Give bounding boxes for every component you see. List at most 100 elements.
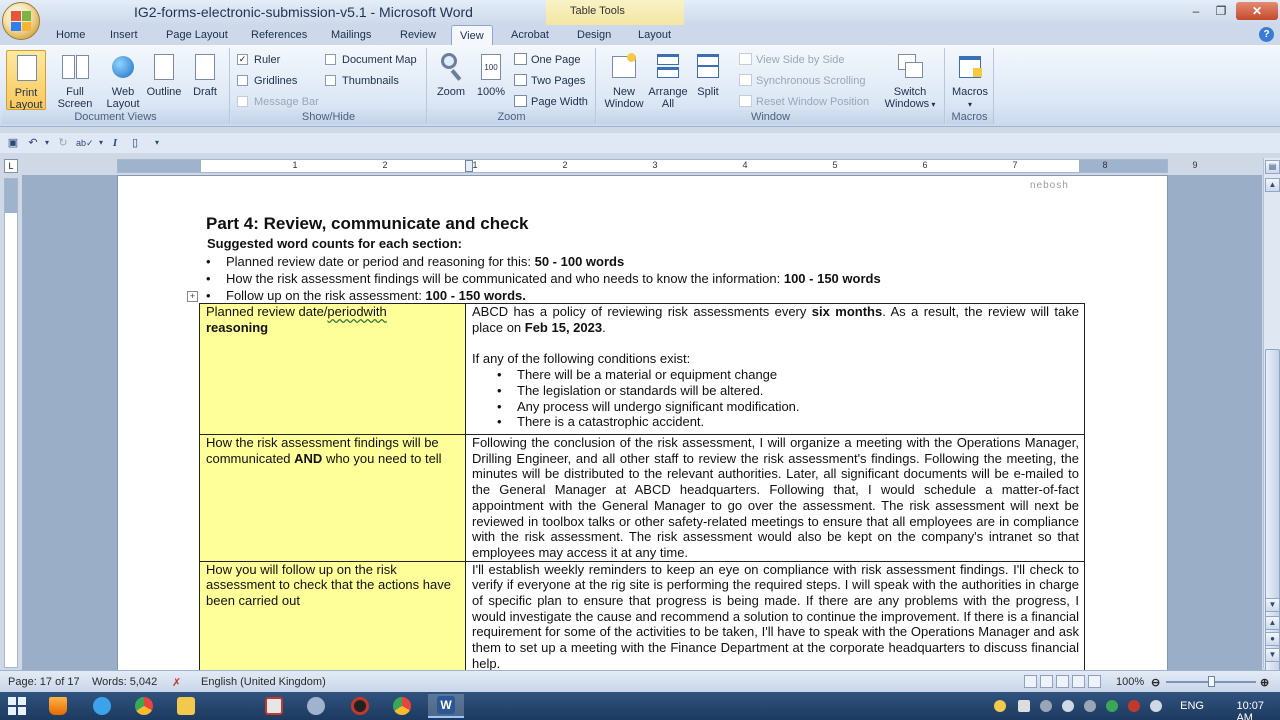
web-layout-button[interactable]: Web Layout <box>102 50 144 110</box>
print-layout-button[interactable]: Print Layout <box>6 50 46 111</box>
full-screen-view-icon[interactable] <box>1040 675 1053 688</box>
flag-icon[interactable] <box>1150 700 1162 712</box>
spelling-icon[interactable]: ab✓ <box>76 136 94 150</box>
zoom-100-button[interactable]: 100 100% <box>470 50 512 98</box>
thumbnails-checkbox[interactable]: Thumbnails <box>325 72 399 90</box>
reset-window-position-button[interactable]: Reset Window Position <box>739 93 869 111</box>
one-page-button[interactable]: One Page <box>514 51 581 69</box>
tab-review[interactable]: Review <box>400 27 436 43</box>
macros-button[interactable]: Macros ▾ <box>948 50 992 111</box>
web-layout-view-icon[interactable] <box>1056 675 1069 688</box>
view-ruler-toggle-icon[interactable]: ▤ <box>1265 160 1280 174</box>
undo-icon[interactable]: ↶ <box>26 136 40 150</box>
shield-icon[interactable] <box>1106 700 1118 712</box>
tab-mailings[interactable]: Mailings <box>331 27 371 43</box>
zoom-in-icon[interactable]: ⊕ <box>1260 676 1269 689</box>
print-layout-view-icon[interactable] <box>1024 675 1037 688</box>
tray-app-icon[interactable] <box>994 700 1006 712</box>
table-move-handle-icon[interactable]: + <box>187 291 198 302</box>
spelling-dropdown-icon[interactable]: ▾ <box>94 136 108 150</box>
document-page[interactable]: nebosh Part 4: Review, communicate and c… <box>117 175 1168 670</box>
next-page-icon[interactable]: ▼ <box>1265 648 1280 662</box>
file-explorer-taskbar-icon[interactable] <box>168 694 204 718</box>
save-icon[interactable]: ▣ <box>6 136 20 150</box>
table-label-cell[interactable]: How the risk assessment findings will be… <box>199 434 466 562</box>
switch-windows-button[interactable]: Switch Windows ▾ <box>883 50 937 111</box>
word-taskbar-icon[interactable]: W <box>428 694 464 718</box>
internet-explorer-taskbar-icon[interactable] <box>84 694 120 718</box>
view-side-by-side-button[interactable]: View Side by Side <box>739 51 844 69</box>
zoom-slider-thumb[interactable] <box>1208 676 1215 687</box>
minimize-button[interactable]: – <box>1182 2 1210 20</box>
windows-start-icon[interactable] <box>8 697 26 715</box>
italic-icon[interactable]: I <box>108 136 122 150</box>
tab-page-layout[interactable]: Page Layout <box>166 27 228 43</box>
acrobat-taskbar-icon[interactable] <box>256 694 292 718</box>
redo-icon[interactable]: ↻ <box>56 136 70 150</box>
table-answer-cell[interactable]: I'll establish weekly reminders to keep … <box>465 560 1085 670</box>
word-count[interactable]: Words: 5,042 <box>92 676 157 688</box>
chrome-taskbar-icon[interactable] <box>126 694 162 718</box>
split-button[interactable]: Split <box>687 50 729 98</box>
document-map-checkbox[interactable]: Document Map <box>325 51 417 69</box>
zoom-out-icon[interactable]: ⊖ <box>1151 676 1160 689</box>
select-browse-object-icon[interactable]: ● <box>1265 632 1280 646</box>
indent-marker-icon[interactable] <box>465 160 473 172</box>
zoom-level[interactable]: 100% <box>1116 676 1144 688</box>
network-icon[interactable] <box>1084 700 1096 712</box>
media-player-taskbar-icon[interactable] <box>298 694 334 718</box>
tab-insert[interactable]: Insert <box>110 27 138 43</box>
tab-layout[interactable]: Layout <box>638 27 671 43</box>
draft-view-icon[interactable] <box>1088 675 1101 688</box>
restore-button[interactable]: ❐ <box>1207 2 1235 20</box>
synchronous-scrolling-button[interactable]: Synchronous Scrolling <box>739 72 865 90</box>
table-answer-cell[interactable]: ABCD has a policy of reviewing risk asse… <box>465 303 1085 435</box>
new-window-button[interactable]: New Window <box>599 50 649 110</box>
tab-acrobat[interactable]: Acrobat <box>511 27 549 43</box>
page-width-button[interactable]: Page Width <box>514 93 588 111</box>
help-icon[interactable]: ? <box>1259 27 1274 42</box>
scroll-up-icon[interactable]: ▲ <box>1265 178 1280 192</box>
page-count[interactable]: Page: 17 of 17 <box>8 676 80 688</box>
tab-home[interactable]: Home <box>56 27 85 43</box>
zoom-button[interactable]: Zoom <box>430 50 472 98</box>
vlc-taskbar-icon[interactable] <box>40 694 76 718</box>
outline-view-icon[interactable] <box>1072 675 1085 688</box>
outline-button[interactable]: Outline <box>142 50 186 98</box>
tab-selector-icon[interactable]: L <box>4 159 18 173</box>
language[interactable]: English (United Kingdom) <box>201 676 326 688</box>
horizontal-ruler[interactable]: 1 2 1 2 3 4 5 6 7 8 9 10 <box>117 159 1198 173</box>
table-label-cell[interactable]: Planned review date/periodwith reasoning <box>199 303 466 435</box>
table-label-cell[interactable]: How you will follow up on the risk asses… <box>199 560 466 670</box>
ruler-number: 9 <box>1192 160 1198 170</box>
clock[interactable]: 10:07 AM <box>1236 700 1264 720</box>
scrollbar-thumb[interactable] <box>1265 349 1280 720</box>
draft-button[interactable]: Draft <box>184 50 226 98</box>
antivirus-icon[interactable] <box>1128 700 1140 712</box>
message-bar-checkbox[interactable]: Message Bar <box>237 93 319 111</box>
proofing-icon[interactable]: ✗ <box>172 676 181 689</box>
settings-tray-icon[interactable] <box>1040 700 1052 712</box>
battery-icon[interactable] <box>1018 700 1030 712</box>
tab-references[interactable]: References <box>251 27 307 43</box>
recorder-taskbar-icon[interactable] <box>342 694 378 718</box>
tab-view[interactable]: View <box>451 25 493 46</box>
input-language[interactable]: ENG <box>1180 700 1204 712</box>
chrome-taskbar-icon-2[interactable] <box>384 694 420 718</box>
undo-dropdown-icon[interactable]: ▾ <box>40 136 54 150</box>
office-button[interactable] <box>2 2 40 40</box>
gridlines-checkbox[interactable]: Gridlines <box>237 72 297 90</box>
scroll-down-icon[interactable]: ▼ <box>1265 598 1280 612</box>
new-document-icon[interactable]: ▯ <box>128 136 142 150</box>
table-answer-cell[interactable]: Following the conclusion of the risk ass… <box>465 434 1085 562</box>
ruler-checkbox[interactable]: ✓ Ruler <box>237 51 280 69</box>
volume-icon[interactable] <box>1062 700 1074 712</box>
vertical-ruler[interactable] <box>4 178 18 668</box>
previous-page-icon[interactable]: ▲ <box>1265 616 1280 630</box>
vertical-scrollbar[interactable]: ▤ ▲ ▼ ▲ ● ▼ <box>1263 158 1280 720</box>
arrange-all-button[interactable]: Arrange All <box>645 50 691 110</box>
close-button[interactable]: ✕ <box>1236 2 1278 20</box>
customize-qat-icon[interactable]: ▾ <box>150 136 164 150</box>
two-pages-button[interactable]: Two Pages <box>514 72 585 90</box>
tab-design[interactable]: Design <box>577 27 611 43</box>
